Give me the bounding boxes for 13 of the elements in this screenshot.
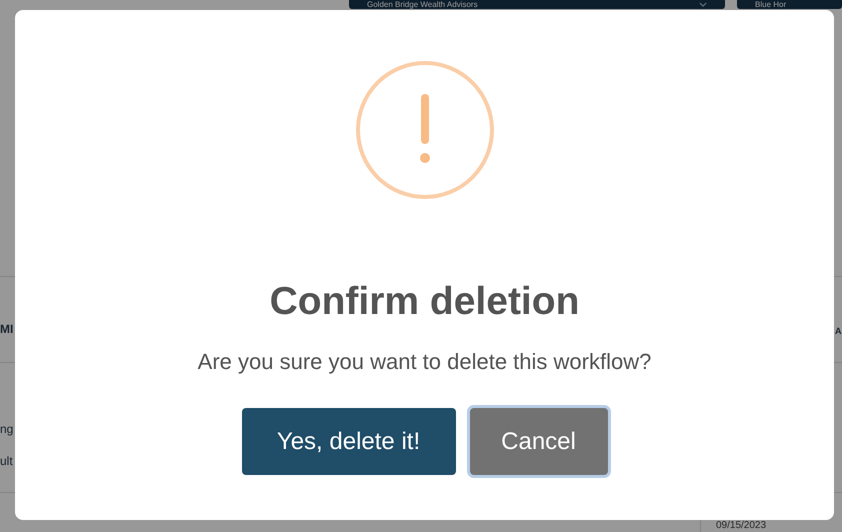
dialog-message: Are you sure you want to delete this workflow? [198, 348, 652, 376]
column-header: MI [0, 322, 14, 336]
caret-icon [699, 2, 707, 7]
dialog-title: Confirm deletion [270, 279, 580, 325]
column-header: A [835, 326, 842, 336]
warning-icon [354, 60, 494, 200]
confirm-button[interactable]: Yes, delete it! [242, 408, 456, 475]
table-cell: ult [0, 454, 13, 468]
filter-chip[interactable]: Golden Bridge Wealth Advisors [349, 0, 725, 9]
table-cell: 09/15/2023 [716, 520, 766, 532]
cancel-button[interactable]: Cancel [470, 408, 608, 475]
filter-chip[interactable]: Blue Hor [737, 0, 842, 9]
table-cell: ng [0, 422, 14, 436]
